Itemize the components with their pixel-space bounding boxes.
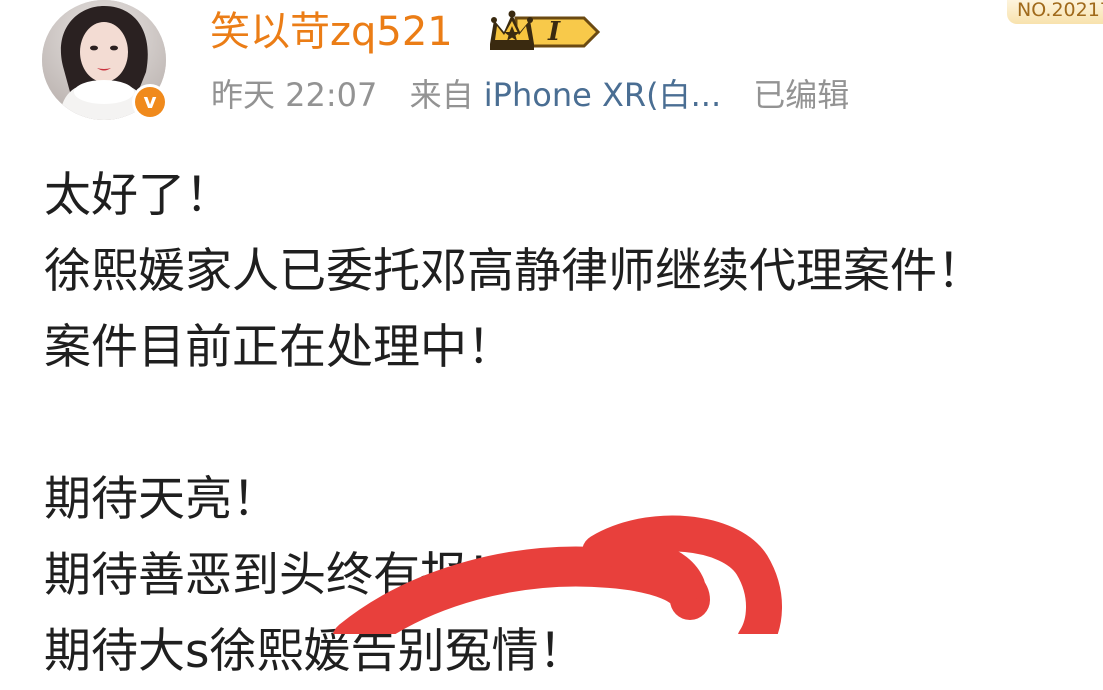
verified-icon: v [135, 87, 165, 117]
post-source-device[interactable]: iPhone XR(白... [484, 74, 721, 116]
member-level-label: I [548, 17, 561, 47]
post-line: 徐熙媛家人已委托邓高静律师继续代理案件！ [44, 244, 984, 299]
member-crown-badge[interactable]: I [486, 10, 604, 54]
crown-icon [490, 10, 601, 50]
edited-label[interactable]: 已编辑 [753, 74, 849, 116]
verified-badge: v [132, 84, 168, 120]
post-line: 期待善恶到头终有报！ [44, 548, 514, 603]
post-line: 期待大s徐熙媛告别冤情！ [44, 624, 586, 679]
post-meta: 昨天 22:07 来自 iPhone XR(白... 已编辑 [211, 74, 849, 116]
avatar-wrap[interactable]: v [42, 0, 170, 122]
post-blank-line [44, 386, 1103, 462]
corner-tag: NO.20217 [1007, 0, 1103, 24]
post-line: 期待天亮！ [44, 472, 279, 527]
username[interactable]: 笑以苛zq521 [210, 8, 453, 56]
post-body: 太好了！ 徐熙媛家人已委托邓高静律师继续代理案件！ 案件目前正在处理中！ 期待天… [44, 158, 1103, 690]
post-time: 昨天 22:07 [211, 76, 378, 114]
post-line: 太好了！ [44, 168, 232, 223]
post-source-prefix: 来自 [409, 76, 474, 114]
post-line: 案件目前正在处理中！ [44, 320, 514, 375]
